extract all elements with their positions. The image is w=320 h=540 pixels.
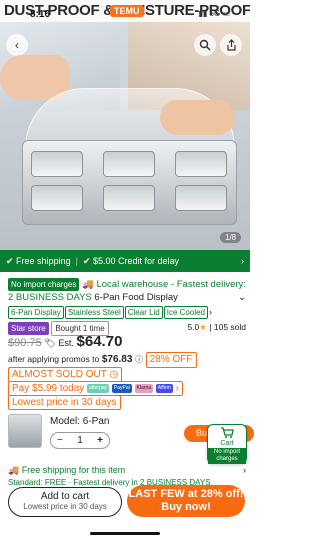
- chevron-right-icon: ›: [175, 383, 179, 394]
- promo-price: $76.83: [101, 354, 133, 365]
- pan-image: [175, 151, 227, 177]
- model-label: Model: 6-Pan: [50, 416, 110, 427]
- promo-row: after applying promos to $76.83 ⓘ 28% OF…: [8, 352, 246, 368]
- image-counter: 1/8: [220, 232, 242, 243]
- quantity-stepper[interactable]: − 1 +: [50, 432, 110, 449]
- feature-tag: Ice Cooled: [163, 306, 208, 319]
- rating-block[interactable]: 5.0★ | 105 sold: [187, 321, 246, 334]
- import-badge: No import charges: [8, 278, 80, 291]
- product-title[interactable]: No import charges 🚚 Local warehouse - Fa…: [8, 278, 246, 304]
- home-indicator: [90, 532, 160, 535]
- feature-tag: Stainless Steel: [64, 306, 124, 319]
- truck-icon: 🚚: [82, 279, 94, 290]
- free-shipping-text: Free shipping: [16, 256, 71, 266]
- chevron-right-icon: ›: [241, 256, 244, 266]
- pay-today-badge: Pay $5.99 today afterpay PayPal Klarna A…: [8, 381, 183, 396]
- chevron-down-icon: ⌄: [238, 292, 246, 303]
- product-name: 6-Pan Food Display: [94, 292, 178, 303]
- search-button[interactable]: [194, 34, 216, 56]
- product-image-carousel[interactable]: DUST-PROOF & MOISTURE-PROOF 8:16 TEMU ▮▮…: [0, 0, 250, 250]
- clock-icon: ◷: [109, 369, 119, 380]
- back-button[interactable]: ‹: [6, 34, 28, 56]
- discount-badge: 28% OFF: [145, 352, 197, 368]
- cart-note: No import charges: [208, 448, 246, 464]
- check-icon: ✔: [82, 255, 93, 266]
- original-price: $90.75: [8, 337, 42, 349]
- chevron-right-icon: ›: [209, 307, 212, 317]
- shipping-banner[interactable]: ✔ Free shipping | ✔ $5.00 Credit for del…: [0, 250, 250, 272]
- feature-tags: 6-Pan Display Stainless Steel Clear Lid Ice…: [8, 306, 246, 319]
- afterpay-icon: afterpay: [87, 383, 110, 393]
- hand-image-2: [160, 100, 235, 135]
- free-shipping-item-text: Free shipping for this item: [21, 465, 126, 475]
- lowest-row: Lowest price in 30 days: [8, 395, 246, 410]
- share-button[interactable]: [220, 34, 242, 56]
- almost-sold-out-text: ALMOST SOLD OUT: [12, 369, 107, 380]
- buy-now-button[interactable]: LAST FEW at 28% off! Buy now!: [127, 485, 245, 517]
- klarna-icon: Klarna: [134, 383, 153, 393]
- affirm-icon: Affirm: [155, 383, 173, 393]
- pay-today-text: Pay $5.99 today: [12, 383, 85, 394]
- floating-cart-button[interactable]: Cart No import charges: [207, 424, 247, 464]
- paypal-icon: PayPal: [111, 383, 132, 393]
- pan-image: [31, 151, 83, 177]
- add-to-cart-label: Add to cart: [40, 491, 90, 502]
- plus-button[interactable]: +: [97, 435, 103, 446]
- pan-image: [31, 185, 83, 211]
- current-price: $64.70: [76, 333, 123, 350]
- truck-icon: 🚚: [8, 465, 20, 475]
- info-icon: ⓘ: [135, 355, 144, 364]
- lowest-price-badge: Lowest price in 30 days: [8, 395, 121, 410]
- divider: |: [75, 256, 78, 266]
- share-icon: [226, 39, 236, 51]
- check-icon: ✔: [6, 255, 17, 266]
- rating-value: 5.0: [187, 322, 200, 332]
- cart-icon: [221, 427, 234, 438]
- pay-row[interactable]: Pay $5.99 today afterpay PayPal Klarna A…: [8, 381, 246, 396]
- sold-count: 105 sold: [213, 322, 246, 332]
- search-icon: [199, 39, 211, 51]
- divider: |: [209, 322, 212, 332]
- temu-logo: TEMU: [110, 5, 144, 17]
- pan-image: [103, 151, 155, 177]
- chevron-left-icon: ‹: [15, 38, 19, 52]
- pan-image: [175, 185, 227, 211]
- pan-image: [103, 185, 155, 211]
- credit-text: $5.00 Credit for delay: [92, 256, 180, 266]
- status-time: 8:16: [30, 9, 51, 20]
- feature-tag: 6-Pan Display: [8, 306, 64, 319]
- price-icon: 🏷: [44, 338, 56, 348]
- feature-tag: Clear Lid: [124, 306, 163, 319]
- minus-button[interactable]: −: [57, 435, 63, 446]
- add-to-cart-button[interactable]: Add to cart Lowest price in 30 days: [8, 487, 122, 517]
- model-thumbnail[interactable]: [8, 414, 42, 448]
- est-label: Est.: [58, 338, 74, 348]
- cart-label: Cart: [220, 440, 234, 447]
- almost-sold-out-badge: ALMOST SOLD OUT ◷: [8, 367, 123, 382]
- add-to-cart-sub: Lowest price in 30 days: [23, 502, 107, 511]
- tray-image: [22, 140, 237, 225]
- promo-text: after applying promos to: [8, 354, 100, 364]
- star-icon: ★: [199, 322, 207, 332]
- sold-out-row: ALMOST SOLD OUT ◷: [8, 367, 246, 382]
- quantity-value: 1: [77, 435, 83, 446]
- status-indicators: ▮▮ 5G ▭: [198, 9, 230, 18]
- price-row: $90.75 🏷 Est. $64.70: [8, 334, 246, 352]
